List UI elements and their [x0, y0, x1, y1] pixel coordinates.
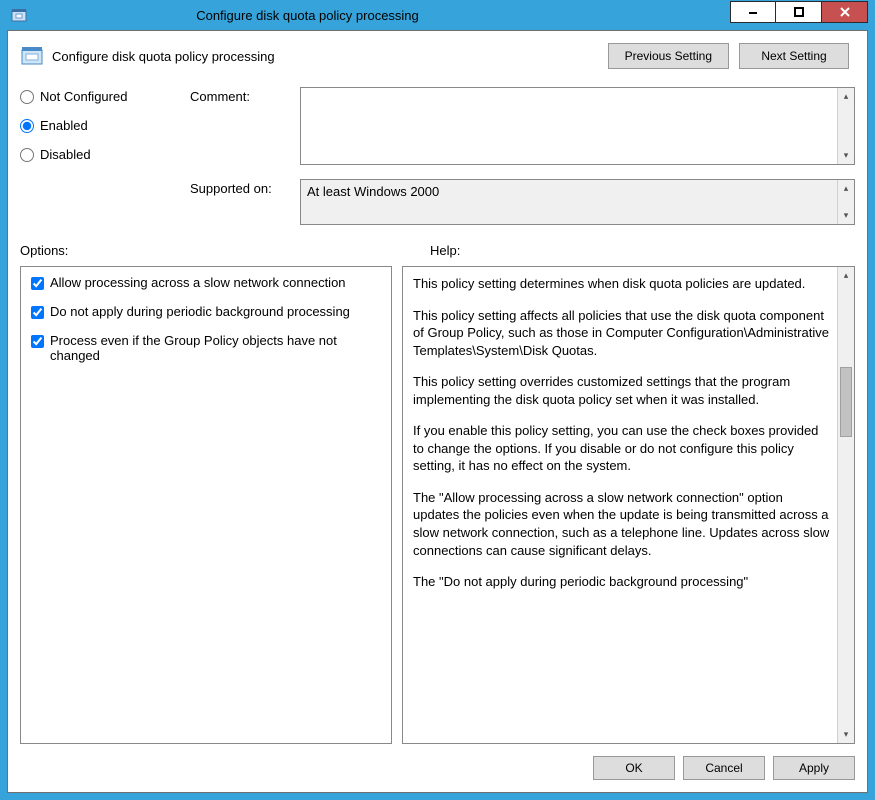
apply-button[interactable]: Apply — [773, 756, 855, 780]
help-scrollbar[interactable]: ▴ ▾ — [837, 267, 854, 743]
option-label: Process even if the Group Policy objects… — [50, 333, 381, 363]
state-radio-group: Not Configured Enabled Disabled — [20, 87, 190, 225]
ok-button[interactable]: OK — [593, 756, 675, 780]
scroll-up-icon[interactable]: ▴ — [838, 180, 854, 197]
help-text: The "Do not apply during periodic backgr… — [413, 573, 832, 591]
supported-on-field: At least Windows 2000 ▴ ▾ — [300, 179, 855, 225]
client-area: Configure disk quota policy processing P… — [7, 30, 868, 793]
window-frame: Configure disk quota policy processing — [0, 0, 875, 800]
window-controls — [730, 1, 868, 23]
comment-scrollbar[interactable]: ▴ ▾ — [837, 88, 854, 164]
options-label: Options: — [20, 243, 430, 258]
previous-setting-button[interactable]: Previous Setting — [608, 43, 729, 69]
option-checkbox-slow-network[interactable] — [31, 277, 44, 290]
radio-disabled-input[interactable] — [20, 148, 34, 162]
panels: Allow processing across a slow network c… — [20, 266, 855, 744]
scroll-thumb[interactable] — [840, 367, 852, 437]
help-panel: This policy setting determines when disk… — [402, 266, 855, 744]
close-button[interactable] — [822, 1, 868, 23]
page-title: Configure disk quota policy processing — [52, 49, 608, 64]
option-label: Allow processing across a slow network c… — [50, 275, 346, 290]
scroll-up-icon[interactable]: ▴ — [838, 88, 854, 105]
scroll-down-icon[interactable]: ▾ — [838, 147, 854, 164]
help-label: Help: — [430, 243, 460, 258]
radio-disabled[interactable]: Disabled — [20, 147, 190, 162]
titlebar[interactable]: Configure disk quota policy processing — [7, 0, 868, 30]
window-title: Configure disk quota policy processing — [35, 8, 580, 23]
help-text: The "Allow processing across a slow netw… — [413, 489, 832, 559]
radio-enabled-label: Enabled — [40, 118, 88, 133]
app-icon — [11, 7, 27, 23]
next-setting-button[interactable]: Next Setting — [739, 43, 849, 69]
option-checkbox-no-background[interactable] — [31, 306, 44, 319]
radio-enabled[interactable]: Enabled — [20, 118, 190, 133]
help-text: If you enable this policy setting, you c… — [413, 422, 832, 475]
comment-field[interactable]: ▴ ▾ — [300, 87, 855, 165]
radio-disabled-label: Disabled — [40, 147, 91, 162]
supported-on-value: At least Windows 2000 — [307, 184, 439, 199]
policy-icon — [20, 44, 44, 68]
radio-not-configured-label: Not Configured — [40, 89, 127, 104]
options-panel: Allow processing across a slow network c… — [20, 266, 392, 744]
radio-enabled-input[interactable] — [20, 119, 34, 133]
scroll-up-icon[interactable]: ▴ — [838, 267, 854, 284]
help-text: This policy setting affects all policies… — [413, 307, 832, 360]
supported-on-label: Supported on: — [190, 179, 300, 196]
scroll-down-icon[interactable]: ▾ — [838, 726, 854, 743]
header-row: Configure disk quota policy processing P… — [20, 43, 855, 69]
option-label: Do not apply during periodic background … — [50, 304, 350, 319]
option-row: Allow processing across a slow network c… — [31, 275, 381, 290]
config-area: Not Configured Enabled Disabled Comment: — [20, 87, 855, 225]
supported-scrollbar[interactable]: ▴ ▾ — [837, 180, 854, 224]
minimize-button[interactable] — [730, 1, 776, 23]
comment-label: Comment: — [190, 87, 300, 104]
footer-buttons: OK Cancel Apply — [20, 744, 855, 780]
option-row: Process even if the Group Policy objects… — [31, 333, 381, 363]
option-checkbox-process-unchanged[interactable] — [31, 335, 44, 348]
radio-not-configured-input[interactable] — [20, 90, 34, 104]
cancel-button[interactable]: Cancel — [683, 756, 765, 780]
help-text: This policy setting determines when disk… — [413, 275, 832, 293]
section-labels: Options: Help: — [20, 243, 855, 258]
scroll-down-icon[interactable]: ▾ — [838, 207, 854, 224]
radio-not-configured[interactable]: Not Configured — [20, 89, 190, 104]
help-text: This policy setting overrides customized… — [413, 373, 832, 408]
option-row: Do not apply during periodic background … — [31, 304, 381, 319]
maximize-button[interactable] — [776, 1, 822, 23]
